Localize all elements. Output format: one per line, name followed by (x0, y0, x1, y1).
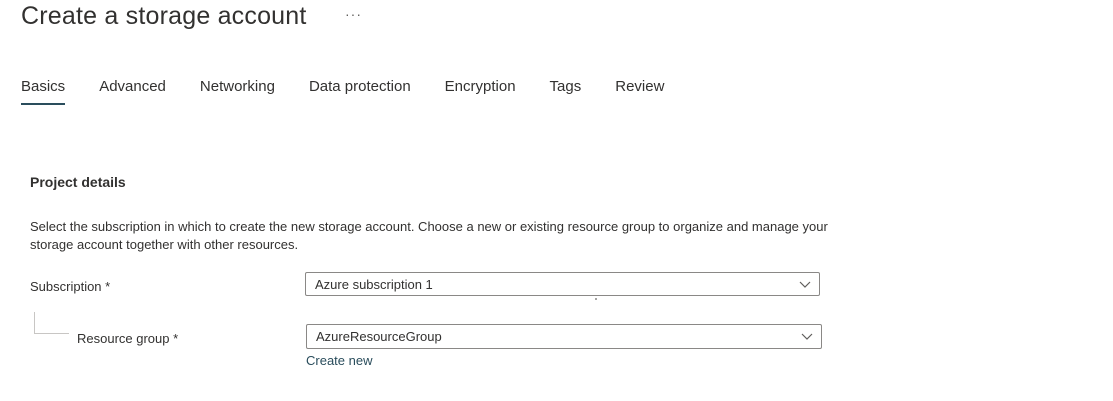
chevron-down-icon (799, 281, 811, 288)
section-heading-project-details: Project details (30, 174, 126, 190)
tree-connector (34, 312, 69, 334)
chevron-down-icon (801, 333, 813, 340)
create-new-resource-group-link[interactable]: Create new (306, 353, 372, 368)
subscription-label: Subscription * (30, 279, 111, 294)
resource-group-dropdown[interactable]: AzureResourceGroup (306, 324, 822, 349)
tab-tags[interactable]: Tags (550, 78, 582, 103)
tab-review[interactable]: Review (615, 78, 664, 103)
decorative-dot (595, 298, 597, 300)
tab-data-protection[interactable]: Data protection (309, 78, 411, 103)
subscription-value: Azure subscription 1 (315, 277, 433, 292)
tab-encryption[interactable]: Encryption (445, 78, 516, 103)
subscription-dropdown[interactable]: Azure subscription 1 (305, 272, 820, 296)
resource-group-value: AzureResourceGroup (316, 329, 442, 344)
tab-advanced[interactable]: Advanced (99, 78, 166, 103)
tab-basics[interactable]: Basics (21, 78, 66, 105)
page-title: Create a storage account (21, 2, 307, 30)
tab-bar: Basics Advanced Networking Data protecti… (21, 78, 698, 105)
section-description: Select the subscription in which to crea… (30, 219, 828, 252)
more-options-button[interactable]: ··· (345, 6, 362, 22)
resource-group-label: Resource group * (77, 331, 179, 346)
tab-networking[interactable]: Networking (200, 78, 275, 103)
